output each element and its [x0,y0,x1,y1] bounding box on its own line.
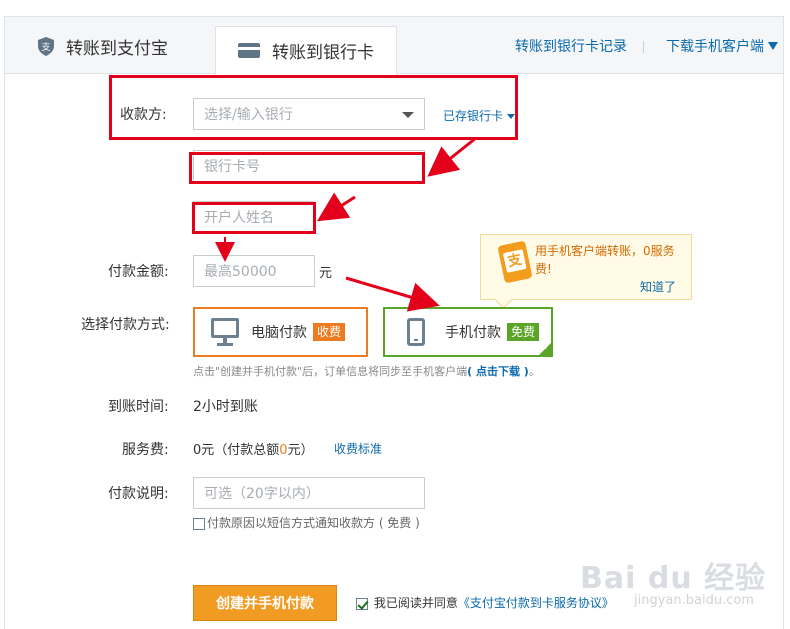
annotation-arrow [316,192,356,222]
annotation-arrows [215,136,477,312]
annotation-arrow [427,136,477,177]
annotation-arrow [345,276,440,312]
